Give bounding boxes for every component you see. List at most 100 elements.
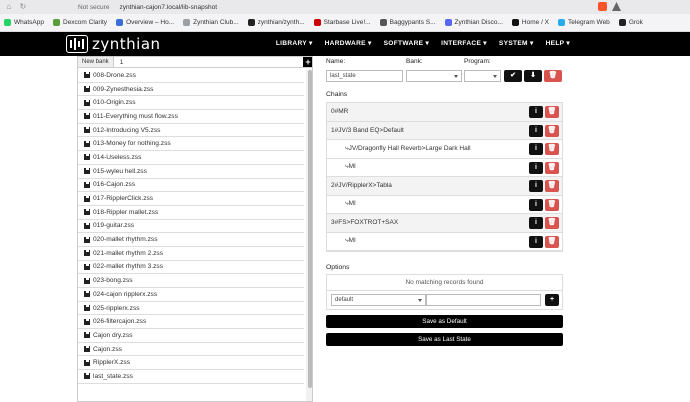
home-icon[interactable]: ⌂	[4, 2, 14, 12]
snapshot-file-row[interactable]: last_state.zss	[78, 370, 304, 384]
snapshot-file-row[interactable]: 009-Zynesthesia.zss	[78, 83, 304, 97]
save-as-last-state-button[interactable]: Save as Last State	[326, 333, 563, 346]
snapshot-file-row[interactable]: 017-RipplerClick.zss	[78, 192, 304, 206]
add-bank-button[interactable]: +	[303, 57, 312, 67]
bookmark-item[interactable]: Grok	[618, 19, 643, 26]
delete-icon[interactable]: 🗑	[545, 143, 559, 155]
menu-item[interactable]: SYSTEM ▾	[499, 39, 534, 47]
snapshot-file-name: 025-ripplerx.zss	[93, 304, 140, 312]
name-label: Name:	[326, 58, 346, 65]
delete-icon[interactable]: 🗑	[545, 198, 559, 211]
bank-number-input[interactable]: 1	[120, 59, 124, 66]
info-icon[interactable]: i	[529, 106, 543, 118]
snapshot-file-row[interactable]: 020-mallet rhythm.zss	[78, 233, 304, 247]
info-icon[interactable]: i	[529, 235, 543, 248]
delete-icon[interactable]: 🗑	[545, 180, 559, 192]
bookmark-label: Zynthian Club...	[193, 19, 239, 26]
chain-row: 1#JV/3 Band EQ>Default i 🗑	[327, 121, 562, 140]
delete-icon[interactable]: 🗑	[545, 161, 559, 174]
save-file-icon	[84, 222, 90, 229]
delete-icon[interactable]: 🗑	[545, 217, 559, 229]
menu-item[interactable]: INTERFACE ▾	[441, 39, 487, 47]
info-icon[interactable]: i	[529, 161, 543, 174]
option-select[interactable]: default	[331, 294, 426, 306]
bookmark-favicon-icon	[444, 19, 452, 26]
snapshot-file-row[interactable]: 013-Money for nothing.zss	[78, 137, 304, 152]
bookmark-item[interactable]: Starbase Live!...	[313, 19, 371, 26]
info-icon[interactable]: i	[529, 124, 543, 137]
menu-item[interactable]: LIBRARY ▾	[276, 39, 313, 47]
save-file-icon	[84, 250, 90, 257]
snapshot-file-row[interactable]: 024-cajon ripplerx.zss	[78, 288, 304, 302]
snapshot-file-row[interactable]: 025-ripplerx.zss	[78, 302, 304, 316]
brand-name: zynthian	[92, 35, 161, 53]
snapshot-file-row[interactable]: 008-Drone.zss	[78, 69, 304, 83]
snapshot-file-row[interactable]: 012-Introducing V5.zss	[78, 124, 304, 138]
snapshot-file-name: Cajon dry.zss	[93, 331, 133, 339]
snapshot-file-name: 023-bong.zss	[93, 277, 133, 285]
bookmark-item[interactable]: Zynthian Club...	[183, 19, 239, 26]
bookmark-item[interactable]: zynthian/zynth...	[247, 19, 305, 26]
delete-icon[interactable]: 🗑	[545, 106, 559, 118]
bookmark-item[interactable]: Dexcom Clarity	[53, 19, 107, 26]
snapshot-file-row[interactable]: 019-guitar.zss	[78, 220, 304, 234]
add-option-icon[interactable]: +	[545, 294, 559, 306]
chain-label: ⤷MI	[345, 237, 356, 245]
snapshot-file-row[interactable]: 014-Useless.zss	[78, 151, 304, 165]
snapshot-file-name: 014-Useless.zss	[93, 153, 142, 161]
info-icon[interactable]: i	[529, 217, 543, 229]
delete-snapshot-icon[interactable]: 🗑	[544, 70, 562, 82]
snapshot-file-row[interactable]: 011-Everything must flow.zss	[78, 110, 304, 124]
bookmarks-bar: WhatsApp Dexcom Clarity Overview – Ho... Zy…	[0, 14, 690, 32]
confirm-check-icon[interactable]: ✔	[504, 70, 522, 82]
menu-item[interactable]: SOFTWARE ▾	[384, 39, 430, 47]
bookmark-item[interactable]: Home / X	[511, 19, 549, 26]
snapshot-file-row[interactable]: Cajon dry.zss	[78, 329, 304, 343]
chain-row: 3#FS>FOXTROT+SAX i 🗑	[327, 214, 562, 233]
save-file-icon	[84, 99, 90, 106]
bank-select[interactable]	[406, 70, 462, 82]
snapshot-file-row[interactable]: 010-Origin.zss	[78, 96, 304, 111]
address-bar[interactable]: Not secure zynthian-cajon7.local/lib-sna…	[78, 2, 598, 12]
bookmark-item[interactable]: Overview – Ho...	[116, 19, 174, 26]
snapshot-file-row[interactable]: 023-bong.zss	[78, 274, 304, 288]
snapshot-file-row[interactable]: 015-wyleu hell.zss	[78, 165, 304, 179]
chains-list: 0#MR i 🗑 1#JV/3 Band EQ>Default i 🗑 ⤷JV/Dragon…	[326, 102, 563, 252]
brand-logo[interactable]: zynthian	[66, 35, 161, 53]
info-icon[interactable]: i	[529, 180, 543, 192]
info-icon[interactable]: i	[529, 143, 543, 155]
new-bank-tab[interactable]: New bank	[78, 57, 114, 67]
download-icon[interactable]: ⬇	[524, 70, 542, 82]
delete-icon[interactable]: 🗑	[545, 235, 559, 248]
name-field[interactable]: last_state	[326, 70, 403, 82]
snapshot-file-row[interactable]: 016-Cajon.zss	[78, 179, 304, 193]
reload-icon[interactable]: ↻	[18, 2, 28, 12]
menu-item[interactable]: HELP ▾	[546, 39, 570, 47]
snapshot-file-row[interactable]: 022-mallet rhythm 3.zss	[78, 261, 304, 275]
top-navbar: zynthian LIBRARY ▾ HARDWARE ▾ SOFTWARE ▾ IN…	[0, 32, 690, 56]
snapshot-file-row[interactable]: 026-filtercajon.zss	[78, 315, 304, 330]
program-select[interactable]	[464, 70, 501, 82]
snapshot-file-row[interactable]: 021-mallet rhythm 2.zss	[78, 247, 304, 261]
security-indicator[interactable]: Not secure	[78, 4, 109, 11]
menu-item[interactable]: HARDWARE ▾	[325, 39, 372, 47]
bookmark-item[interactable]: Telegram Web	[558, 19, 610, 26]
save-file-icon	[84, 263, 90, 270]
option-value-field[interactable]	[426, 294, 541, 306]
snapshot-file-name: 016-Cajon.zss	[93, 181, 136, 189]
bookmark-item[interactable]: WhatsApp	[4, 19, 44, 26]
chain-processor-row: ⤷MI i 🗑	[327, 196, 562, 214]
snapshot-file-row[interactable]: Cajon.zss	[78, 343, 304, 357]
save-as-default-button[interactable]: Save as Default	[326, 315, 563, 328]
snapshot-file-row[interactable]: 018-Rippler mallet.zss	[78, 206, 304, 220]
snapshot-file-name: 021-mallet rhythm 2.zss	[93, 249, 163, 257]
info-icon[interactable]: i	[529, 198, 543, 211]
url-text[interactable]: zynthian-cajon7.local/lib-snapshot	[119, 4, 217, 11]
delete-icon[interactable]: 🗑	[545, 124, 559, 137]
save-file-icon	[84, 277, 90, 284]
scrollbar-thumb[interactable]	[308, 70, 312, 388]
bookmark-item[interactable]: Zynthian Disco...	[444, 19, 503, 26]
bookmark-item[interactable]: Baggypants S...	[379, 19, 436, 26]
brave-shield-icon[interactable]	[598, 2, 607, 11]
snapshot-file-row[interactable]: RipplerX.zss	[78, 356, 304, 371]
